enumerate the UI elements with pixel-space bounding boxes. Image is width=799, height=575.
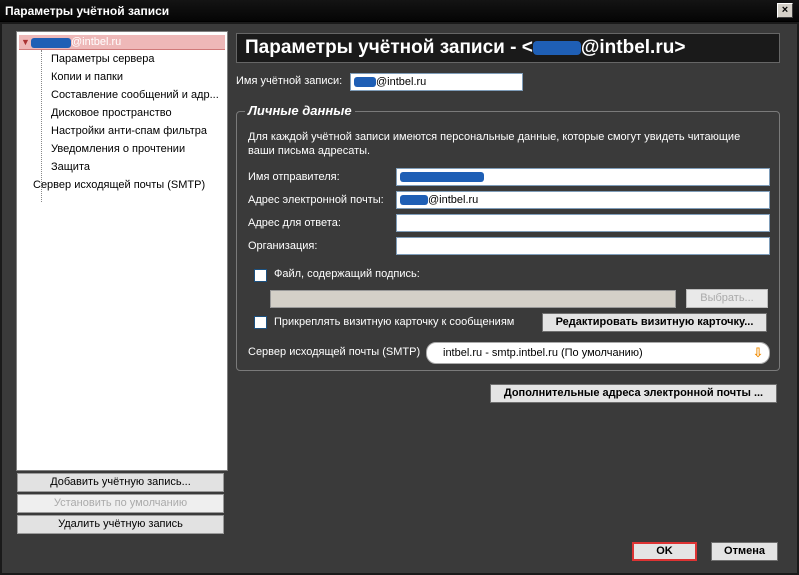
tree-item-copies-folders[interactable]: Копии и папки — [51, 71, 123, 83]
redacted-account-name — [354, 77, 376, 88]
add-account-button[interactable]: Добавить учётную запись... — [17, 473, 224, 492]
redacted-account-name — [532, 40, 581, 55]
email-input[interactable]: @intbel.ru — [396, 191, 770, 209]
edit-vcard-button[interactable]: Редактировать визитную карточку... — [542, 313, 767, 332]
close-icon[interactable]: × — [777, 3, 793, 18]
email-label: Адрес электронной почты: — [248, 194, 384, 206]
signature-file-input[interactable] — [270, 290, 676, 308]
organization-input[interactable] — [396, 237, 770, 255]
tree-root-label: @intbel.ru — [71, 36, 122, 48]
personal-data-title: Личные данные — [245, 103, 355, 118]
sender-name-input[interactable] — [396, 168, 770, 186]
browse-button[interactable]: Выбрать... — [686, 289, 768, 308]
tree-root-account[interactable]: ▼ @intbel.ru — [19, 35, 225, 50]
redacted-email-user — [400, 195, 428, 206]
organization-label: Организация: — [248, 240, 318, 252]
redacted-account-name — [31, 38, 71, 48]
smtp-server-select[interactable]: intbel.ru - smtp.intbel.ru (По умолчанию… — [426, 342, 770, 364]
delete-account-button[interactable]: Удалить учётную запись — [17, 515, 224, 534]
ok-button[interactable]: OK — [632, 542, 697, 561]
tree-item-security[interactable]: Защита — [51, 161, 90, 173]
expand-arrow-icon[interactable]: ▼ — [21, 37, 30, 47]
tree-item-disk-space[interactable]: Дисковое пространство — [51, 107, 172, 119]
tree-item-composition[interactable]: Составление сообщений и адр... — [51, 89, 219, 101]
account-tree[interactable]: ▼ @intbel.ru Параметры сервера Копии и п… — [16, 31, 228, 471]
account-name-value: @intbel.ru — [376, 76, 427, 88]
reply-to-label: Адрес для ответа: — [248, 217, 341, 229]
signature-checkbox[interactable] — [254, 269, 267, 282]
tree-item-antispam[interactable]: Настройки анти-спам фильтра — [51, 125, 207, 137]
chevron-down-icon[interactable]: ⇩ — [752, 346, 764, 360]
account-name-label: Имя учётной записи: — [236, 75, 343, 87]
personal-data-description: Для каждой учётной записи имеются персон… — [248, 131, 741, 157]
window-title: Параметры учётной записи — [5, 4, 170, 18]
tree-item-smtp[interactable]: Сервер исходящей почты (SMTP) — [33, 179, 205, 191]
extra-addresses-button[interactable]: Дополнительные адреса электронной почты … — [490, 384, 777, 403]
set-default-button[interactable]: Установить по умолчанию — [17, 494, 224, 513]
account-name-input[interactable]: @intbel.ru — [350, 73, 523, 91]
redacted-sender-name — [400, 172, 484, 183]
reply-to-input[interactable] — [396, 214, 770, 232]
smtp-server-value: intbel.ru - smtp.intbel.ru (По умолчанию… — [443, 347, 643, 359]
vcard-label: Прикреплять визитную карточку к сообщени… — [274, 316, 515, 328]
signature-label: Файл, содержащий подпись: — [274, 268, 420, 280]
window-titlebar: Параметры учётной записи × — [0, 0, 799, 22]
email-value: @intbel.ru — [428, 194, 479, 206]
page-title-prefix: Параметры учётной записи - < — [245, 37, 533, 58]
cancel-button[interactable]: Отмена — [711, 542, 778, 561]
page-title: Параметры учётной записи - < @intbel.ru> — [236, 33, 780, 63]
page-title-suffix: @intbel.ru> — [580, 37, 686, 58]
sender-name-label: Имя отправителя: — [248, 171, 340, 183]
tree-item-server-settings[interactable]: Параметры сервера — [51, 53, 155, 65]
smtp-server-label: Сервер исходящей почты (SMTP) — [248, 346, 421, 358]
vcard-checkbox[interactable] — [254, 316, 267, 329]
tree-item-receipts[interactable]: Уведомления о прочтении — [51, 143, 185, 155]
